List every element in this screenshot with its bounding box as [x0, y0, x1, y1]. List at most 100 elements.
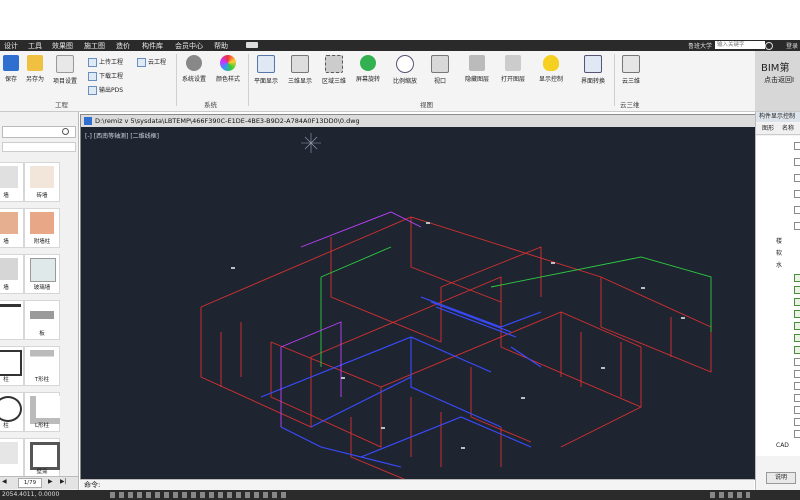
- menu-item-cost[interactable]: 造价: [116, 41, 130, 51]
- magnifier-icon: [396, 55, 414, 73]
- menu-item-help[interactable]: 帮助: [214, 41, 228, 51]
- library-tile[interactable]: 墙: [0, 254, 24, 294]
- help-button[interactable]: 说明: [766, 472, 796, 484]
- library-tile[interactable]: 柱: [0, 392, 24, 432]
- region-3d-button[interactable]: 区域三维: [318, 55, 350, 85]
- tree-checkbox[interactable]: [794, 190, 800, 198]
- brick-wall-icon: [30, 166, 54, 188]
- project-settings-label: 项目设置: [52, 78, 77, 85]
- library-tile[interactable]: 壁龛: [24, 438, 60, 478]
- 3d-view-button[interactable]: 三维显示: [284, 55, 316, 85]
- color-style-button[interactable]: 颜色样式: [212, 55, 244, 83]
- tree-checkbox[interactable]: [794, 394, 800, 402]
- status-toggle-icons[interactable]: [110, 492, 290, 498]
- tree-checkbox[interactable]: [794, 286, 800, 294]
- tile-label: 柱: [3, 377, 9, 383]
- region-3d-label: 区域三维: [321, 78, 346, 85]
- screen-rotate-button[interactable]: 屏幕旋转: [352, 55, 384, 83]
- project-settings-button[interactable]: 项目设置: [50, 55, 80, 85]
- export-pds-button[interactable]: 输出PDS: [88, 85, 123, 95]
- viewport-button[interactable]: 视口: [426, 55, 454, 85]
- save-button[interactable]: 保存: [2, 55, 20, 83]
- tile-label: L形柱: [34, 423, 50, 429]
- library-tile[interactable]: 墙: [0, 208, 24, 248]
- cad-canvas[interactable]: D:\remiz v 5\sysdata\LBTEMP\466F390C-E1D…: [80, 114, 756, 480]
- menu-item-library[interactable]: 构件库: [142, 41, 163, 51]
- tree-checkbox[interactable]: [794, 206, 800, 214]
- hide-layer-button[interactable]: 隐藏图层: [460, 55, 494, 83]
- component-tree[interactable]: 楼 软 水 CAD: [756, 136, 800, 456]
- panel-title: 构件显示控制: [756, 112, 800, 122]
- tile-label: 砖墙: [36, 193, 48, 199]
- bim-promo[interactable]: BIM第 点击返回I: [755, 51, 800, 111]
- tree-checkbox[interactable]: [794, 158, 800, 166]
- download-project-button[interactable]: 下载工程: [88, 71, 123, 81]
- tree-item-label[interactable]: 软: [776, 248, 782, 257]
- tree-checkbox[interactable]: [794, 222, 800, 230]
- open-layer-button[interactable]: 打开图层: [496, 55, 530, 83]
- save-as-label: 另存为: [25, 76, 44, 83]
- search-icon[interactable]: [62, 128, 69, 135]
- page-indicator[interactable]: 1/79: [18, 478, 42, 488]
- library-tile[interactable]: [0, 300, 24, 340]
- round-column-icon: [0, 396, 22, 422]
- wall-icon: [0, 166, 18, 188]
- search-icon[interactable]: [765, 42, 773, 50]
- tree-checkbox[interactable]: [794, 418, 800, 426]
- tree-checkbox[interactable]: [794, 370, 800, 378]
- tile-label: T形柱: [34, 377, 50, 383]
- prev-page-icon[interactable]: ◀: [2, 478, 7, 485]
- save-as-button[interactable]: 另存为: [24, 55, 46, 83]
- upload-project-button[interactable]: 上传工程: [88, 57, 123, 67]
- display-control-button[interactable]: 显示控制: [534, 55, 568, 83]
- library-tile[interactable]: 板: [24, 300, 60, 340]
- cloud-label[interactable]: 鲁班大学: [688, 41, 712, 50]
- last-page-icon[interactable]: ▶|: [60, 478, 67, 485]
- tree-checkbox[interactable]: [794, 382, 800, 390]
- tree-checkbox[interactable]: [794, 274, 800, 282]
- tree-item-label[interactable]: 楼: [776, 236, 782, 245]
- library-tile[interactable]: 砖墙: [24, 162, 60, 202]
- tree-checkbox[interactable]: [794, 310, 800, 318]
- tree-checkbox[interactable]: [794, 298, 800, 306]
- tree-checkbox[interactable]: [794, 142, 800, 150]
- library-tile[interactable]: [0, 438, 24, 478]
- library-tile[interactable]: T形柱: [24, 346, 60, 386]
- search-input[interactable]: 输入关键字: [715, 41, 765, 49]
- interface-switch-button[interactable]: 界面转换: [576, 55, 610, 85]
- library-tile[interactable]: 附墙柱: [24, 208, 60, 248]
- tree-checkbox[interactable]: [794, 322, 800, 330]
- video-icon[interactable]: [246, 42, 258, 48]
- library-tile[interactable]: L形柱: [24, 392, 60, 432]
- layers-icon: [469, 55, 485, 71]
- tree-checkbox[interactable]: [794, 346, 800, 354]
- tree-checkbox[interactable]: [794, 358, 800, 366]
- library-tile[interactable]: 玻璃墙: [24, 254, 60, 294]
- status-tray-icons[interactable]: [710, 492, 750, 498]
- menu-item-render[interactable]: 效果图: [52, 41, 73, 51]
- tree-checkbox[interactable]: [794, 334, 800, 342]
- login-link[interactable]: 登录: [786, 41, 798, 50]
- next-page-icon[interactable]: ▶: [48, 478, 53, 485]
- menu-item-construction[interactable]: 施工图: [84, 41, 105, 51]
- ribbon-divider: [248, 54, 249, 106]
- plan-view-button[interactable]: 平面显示: [250, 55, 282, 85]
- tree-checkbox[interactable]: [794, 174, 800, 182]
- coordinate-readout: 2054.4011, 0.0000: [2, 491, 60, 498]
- menu-item-tools[interactable]: 工具: [28, 41, 42, 51]
- menu-item-member[interactable]: 会员中心: [175, 41, 203, 51]
- menu-item-design[interactable]: 设计: [4, 41, 18, 51]
- zoom-scale-button[interactable]: 比例缩放: [388, 55, 422, 85]
- tree-item-label[interactable]: CAD: [776, 442, 789, 449]
- cloud-3d-label: 云三维: [621, 78, 640, 85]
- cloud-project-button[interactable]: 云工程: [137, 57, 166, 67]
- cloud-3d-button[interactable]: 云三维: [616, 55, 646, 85]
- library-tile[interactable]: 柱: [0, 346, 24, 386]
- library-category-select[interactable]: [2, 142, 76, 152]
- system-settings-button[interactable]: 系统设置: [178, 55, 210, 83]
- tree-checkbox[interactable]: [794, 406, 800, 414]
- pilaster-icon: [30, 212, 54, 234]
- tree-item-label[interactable]: 水: [776, 260, 782, 269]
- library-tile[interactable]: 墙: [0, 162, 24, 202]
- tree-checkbox[interactable]: [794, 430, 800, 438]
